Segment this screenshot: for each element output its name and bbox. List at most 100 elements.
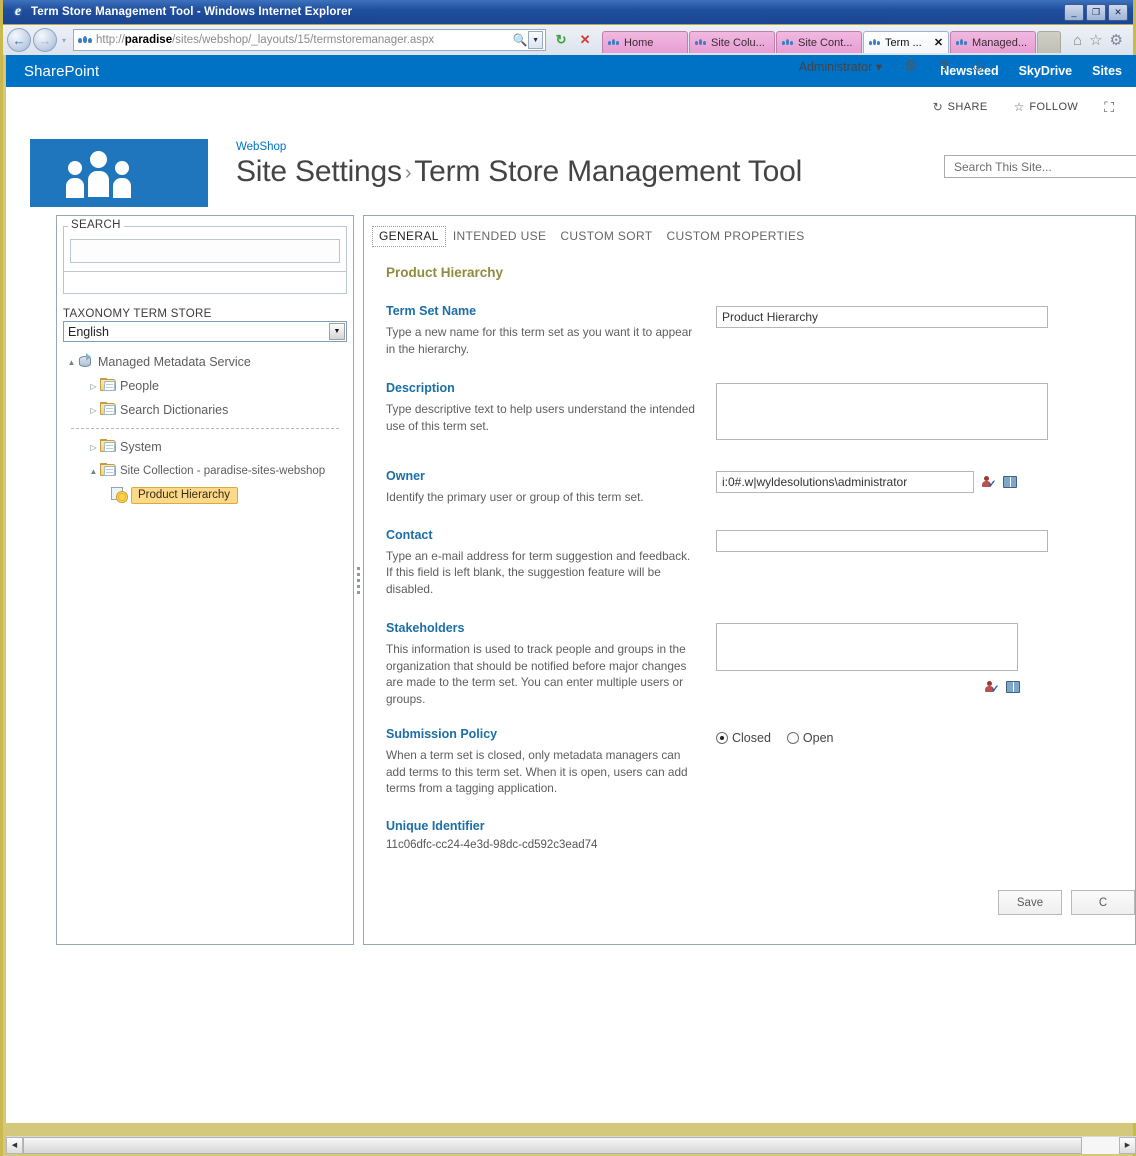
expander-icon[interactable]: ▲ [65, 358, 78, 367]
tree-node-system[interactable]: ▷ System [65, 435, 353, 459]
share-button[interactable]: ↻ SHARE [933, 100, 988, 114]
home-icon[interactable]: ⌂ [1073, 33, 1082, 48]
breadcrumb[interactable]: WebShop [236, 141, 802, 153]
browser-tab-label: Home [624, 36, 654, 49]
address-book-icon[interactable] [1003, 475, 1018, 490]
field-submission-policy: Submission Policy When a term set is clo… [386, 727, 1113, 797]
browser-tabstrip: Home Site Colu... Site Cont... Term ... … [602, 27, 1062, 53]
term-store-tree: ▲ Managed Metadata Service ▷ People ▷ Se… [57, 350, 353, 507]
field-description: Identify the primary user or group of th… [386, 490, 644, 504]
tree-node-managed-metadata-service[interactable]: ▲ Managed Metadata Service [65, 350, 353, 374]
scroll-left-button[interactable]: ◀ [6, 1136, 23, 1154]
description-textarea[interactable] [716, 383, 1048, 440]
minimize-button[interactable]: _ [1064, 3, 1084, 21]
tab-general[interactable]: GENERAL [372, 226, 446, 247]
site-logo[interactable] [30, 139, 208, 207]
favorites-star-icon[interactable]: ☆ [1089, 33, 1102, 48]
taxonomy-term-store-group: TAXONOMY TERM STORE English ▼ [63, 308, 347, 342]
user-menu[interactable]: Administrator ▾ [799, 59, 882, 74]
radio-closed[interactable] [716, 732, 728, 744]
field-label: Contact [386, 527, 433, 542]
sidebar-search-results-area [63, 272, 347, 294]
site-search-box[interactable]: Search This Site... [944, 155, 1136, 178]
settings-gear-icon[interactable]: ⚙ [904, 57, 917, 75]
main-content-area: SEARCH TAXONOMY TERM STORE English ▼ ▲ M… [6, 215, 1136, 945]
language-select[interactable]: English ▼ [63, 321, 347, 342]
address-dropdown-button[interactable]: ▼ [528, 31, 544, 49]
browser-tab-home[interactable]: Home [602, 31, 689, 53]
expander-icon[interactable]: ▷ [87, 406, 100, 415]
help-icon[interactable]: ? [940, 58, 949, 75]
feedback-smiley-icon[interactable]: ☺ [971, 58, 986, 75]
address-book-icon[interactable] [1006, 680, 1021, 695]
field-label-block: Unique Identifier 11c06dfc-cc24-4e3d-98d… [386, 819, 716, 851]
tree-node-label: Search Dictionaries [120, 403, 229, 417]
term-set-name-input[interactable] [716, 306, 1048, 328]
browser-tab-label: Term ... [885, 36, 922, 49]
field-control-block [716, 528, 1113, 598]
field-contact: Contact Type an e-mail address for term … [386, 528, 1113, 598]
tree-node-site-collection[interactable]: ▲ Site Collection - paradise-sites-websh… [65, 459, 353, 483]
focus-on-content-button[interactable]: ⛶ [1104, 99, 1114, 116]
form-buttons: Save C [998, 890, 1135, 915]
browser-tab-term-store[interactable]: Term ... ✕ [863, 31, 950, 53]
suite-link-skydrive[interactable]: SkyDrive [1019, 64, 1073, 78]
new-tab-button[interactable] [1037, 31, 1062, 53]
suite-link-sites[interactable]: Sites [1092, 64, 1122, 78]
forward-button[interactable]: → [33, 28, 57, 52]
tab-custom-sort[interactable]: CUSTOM SORT [553, 226, 659, 247]
page-title-block: WebShop Site Settings › Term Store Managem… [236, 139, 802, 189]
sidebar-search-input[interactable] [70, 239, 340, 263]
tab-custom-properties[interactable]: CUSTOM PROPERTIES [659, 226, 811, 247]
site-search-placeholder: Search This Site... [954, 159, 1052, 174]
url-path: /sites/webshop/_layouts/15/termstoremana… [172, 34, 435, 46]
close-button[interactable]: ✕ [1108, 3, 1128, 21]
tab-favicon-icon [782, 38, 794, 48]
stakeholders-picker-actions: ✓ [716, 680, 1113, 695]
page-action-bar: ↻ SHARE ☆ FOLLOW ⛶ [6, 87, 1136, 127]
maximize-button[interactable]: ❐ [1086, 3, 1106, 21]
expander-icon[interactable]: ▷ [87, 382, 100, 391]
horizontal-scrollbar[interactable]: ◀ ▶ [6, 1136, 1136, 1154]
tree-node-search-dictionaries[interactable]: ▷ Search Dictionaries [65, 398, 353, 422]
tree-node-people[interactable]: ▷ People [65, 374, 353, 398]
contact-input[interactable] [716, 529, 1048, 552]
page-title-primary[interactable]: Site Settings [236, 155, 402, 188]
field-label: Term Set Name [386, 304, 477, 318]
refresh-button[interactable]: ↻ [550, 29, 572, 51]
scrollbar-thumb[interactable] [23, 1136, 1082, 1154]
cancel-button[interactable]: C [1071, 890, 1135, 915]
expander-icon[interactable]: ▷ [87, 443, 100, 452]
save-button[interactable]: Save [998, 890, 1062, 915]
tools-gear-icon[interactable]: ⚙ [1110, 33, 1123, 48]
owner-input[interactable] [716, 471, 974, 493]
tree-node-product-hierarchy[interactable]: Product Hierarchy [65, 483, 353, 507]
sharepoint-brand[interactable]: SharePoint [24, 63, 99, 80]
stakeholders-textarea[interactable] [716, 623, 1018, 671]
share-label: SHARE [947, 101, 988, 113]
browser-tab-site-columns[interactable]: Site Colu... [689, 31, 776, 53]
scrollbar-track[interactable] [23, 1136, 1119, 1154]
tree-divider [71, 428, 339, 429]
tab-close-icon[interactable]: ✕ [934, 36, 943, 49]
check-names-icon[interactable]: ✓ [984, 680, 999, 695]
address-search-icon[interactable]: 🔍 [512, 33, 528, 47]
stop-button[interactable]: ✕ [574, 29, 596, 51]
field-label-block: Term Set Name Type a new name for this t… [386, 304, 716, 357]
browser-tab-managed-metadata[interactable]: Managed... [950, 31, 1037, 53]
panel-splitter[interactable] [354, 215, 363, 945]
expander-icon[interactable]: ▲ [87, 467, 100, 476]
field-description: This information is used to track people… [386, 642, 687, 706]
scroll-right-button[interactable]: ▶ [1119, 1136, 1136, 1154]
follow-button[interactable]: ☆ FOLLOW [1014, 100, 1079, 114]
radio-open[interactable] [786, 732, 799, 744]
back-button[interactable]: ← [7, 28, 31, 52]
browser-tab-site-contents[interactable]: Site Cont... [776, 31, 863, 53]
check-names-icon[interactable]: ✓ [981, 475, 996, 490]
field-control-block: ✓ [716, 469, 1113, 506]
tree-node-label: System [120, 440, 162, 454]
history-dropdown-icon[interactable]: ▾ [59, 36, 69, 45]
page-title: Site Settings › Term Store Management Tool [236, 155, 802, 189]
address-bar[interactable]: http://paradise/sites/webshop/_layouts/1… [73, 29, 547, 51]
tab-intended-use[interactable]: INTENDED USE [446, 226, 554, 247]
